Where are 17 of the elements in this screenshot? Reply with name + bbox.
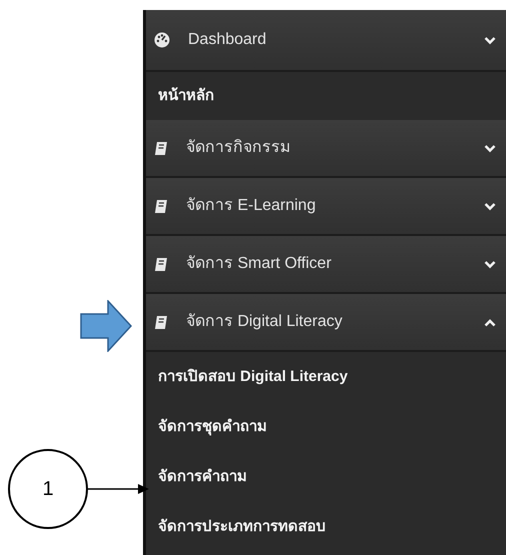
dashboard-gauge-icon bbox=[154, 32, 170, 48]
book-icon bbox=[154, 314, 168, 330]
leader-line bbox=[88, 483, 150, 495]
pointing-arrow-icon bbox=[80, 300, 132, 352]
menu-section-header[interactable]: จัดการ Smart Officer bbox=[146, 236, 506, 294]
chevron-down-icon bbox=[484, 36, 496, 44]
menu-section-header[interactable]: จัดการ Digital Literacy bbox=[146, 294, 506, 352]
menu-section-header[interactable]: จัดการกิจกรรม bbox=[146, 120, 506, 178]
book-icon bbox=[154, 256, 168, 272]
chevron-down-icon bbox=[484, 260, 496, 268]
menu-section-header[interactable]: Dashboard bbox=[146, 10, 506, 72]
book-icon bbox=[154, 198, 168, 214]
menu-section-header[interactable]: จัดการ E-Learning bbox=[146, 178, 506, 236]
chevron-down-icon bbox=[484, 144, 496, 152]
book-icon bbox=[154, 140, 168, 156]
chevron-down-icon bbox=[484, 202, 496, 210]
chevron-up-icon bbox=[484, 318, 496, 326]
